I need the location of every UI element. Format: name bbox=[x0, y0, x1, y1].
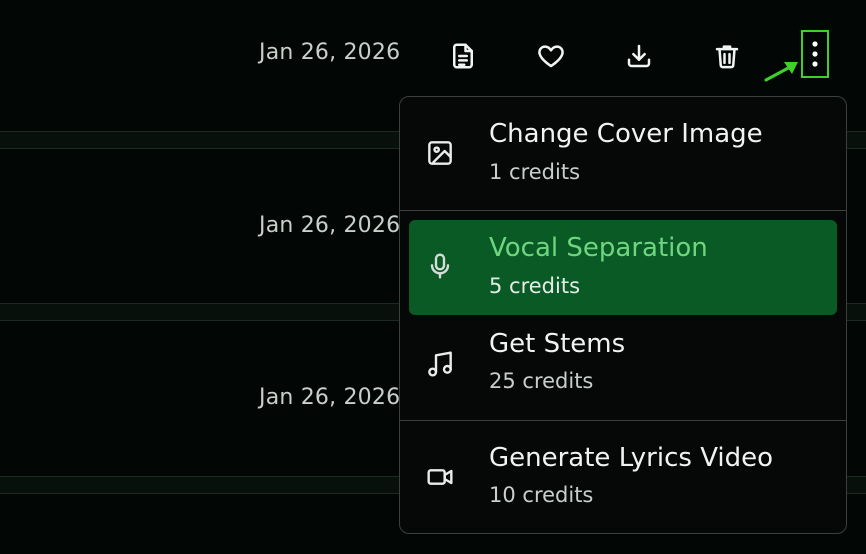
menu-item-credits: 10 credits bbox=[489, 483, 594, 507]
menu-item-title: Change Cover Image bbox=[489, 119, 763, 149]
menu-item-credits: 1 credits bbox=[489, 160, 581, 184]
trash-icon bbox=[715, 45, 739, 69]
image-icon bbox=[424, 137, 456, 169]
menu-item-title: Get Stems bbox=[489, 329, 626, 359]
song-date: Jan 26, 2026 bbox=[259, 40, 401, 65]
menu-item-credits: 25 credits bbox=[489, 369, 594, 393]
lyrics-button[interactable] bbox=[443, 36, 483, 76]
more-vertical-icon bbox=[812, 41, 818, 67]
song-date: Jan 26, 2026 bbox=[259, 385, 401, 410]
download-button[interactable] bbox=[619, 36, 659, 76]
favorite-button[interactable] bbox=[531, 36, 571, 76]
video-camera-icon bbox=[424, 461, 456, 493]
menu-item-vocal-separation[interactable]: Vocal Separation 5 credits bbox=[400, 220, 846, 315]
song-date: Jan 26, 2026 bbox=[259, 213, 401, 238]
annotation-arrow-icon bbox=[764, 62, 798, 82]
song-list-screen: Jan 26, 2026 Jan 26, 2026 Jan 26, 2026 C… bbox=[0, 0, 866, 554]
song-options-menu: Change Cover Image 1 credits Vocal Separ… bbox=[399, 96, 847, 534]
menu-item-generate-lyrics-video[interactable]: Generate Lyrics Video 10 credits bbox=[400, 421, 846, 533]
delete-button[interactable] bbox=[707, 36, 747, 76]
menu-item-change-cover-image[interactable]: Change Cover Image 1 credits bbox=[400, 97, 846, 211]
heart-icon bbox=[538, 45, 564, 68]
microphone-icon bbox=[424, 250, 456, 282]
download-icon bbox=[627, 44, 651, 68]
menu-item-get-stems[interactable]: Get Stems 25 credits bbox=[400, 315, 846, 420]
menu-item-title: Generate Lyrics Video bbox=[489, 443, 774, 473]
more-options-button[interactable] bbox=[801, 30, 829, 78]
menu-item-title: Vocal Separation bbox=[489, 233, 708, 263]
menu-item-credits: 5 credits bbox=[489, 274, 581, 298]
menu-divider bbox=[400, 210, 846, 211]
document-icon bbox=[453, 43, 473, 69]
music-note-icon bbox=[424, 348, 456, 380]
